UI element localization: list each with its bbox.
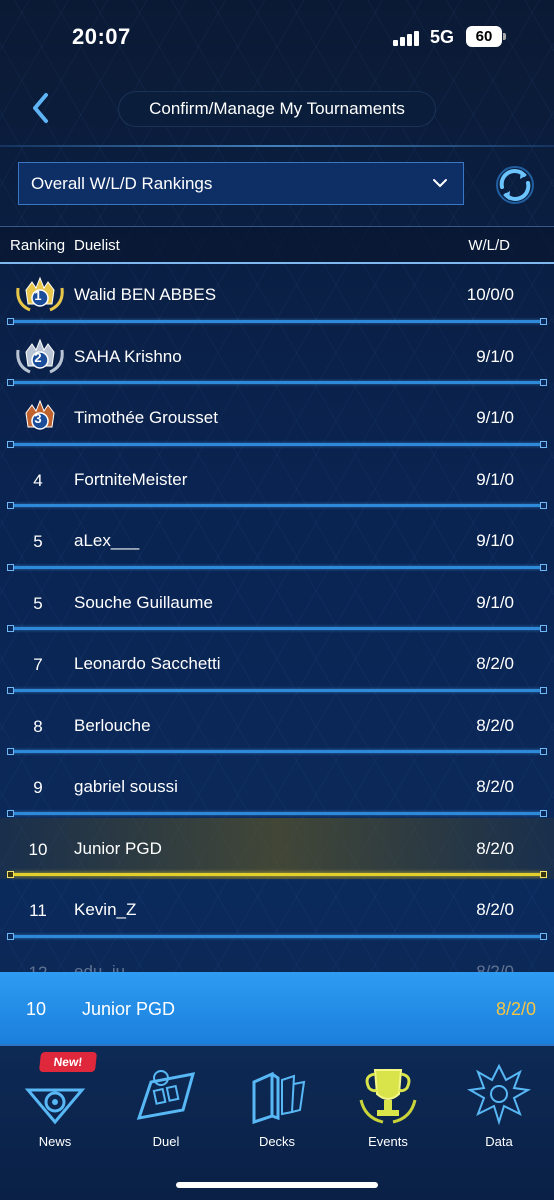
column-duelist: Duelist	[74, 237, 120, 254]
row-rank: 2	[34, 349, 42, 365]
row-duelist-name: SAHA Krishno	[74, 346, 182, 366]
row-rank: 4	[33, 470, 43, 490]
row-duelist-name: gabriel soussi	[74, 777, 178, 796]
row-rank: 8	[33, 716, 43, 736]
row-rank: 10	[28, 839, 48, 859]
ranking-row[interactable]: 12 edu_iu 8/2/0	[0, 941, 554, 973]
row-duelist-name: Walid BEN ABBES	[74, 285, 217, 304]
my-ranking-bar: 10 Junior PGD 8/2/0	[0, 972, 554, 1044]
nav-decks-label: Decks	[258, 1134, 296, 1149]
status-bar: 20:07 5G 60	[0, 0, 554, 70]
row-rank: 7	[33, 655, 43, 674]
row-wld: 9/1/0	[476, 531, 514, 550]
ranking-row[interactable]: 7 Leonardo Sacchetti 8/2/0	[0, 633, 554, 695]
ranking-row[interactable]: 4 FortniteMeister 9/1/0	[0, 449, 554, 511]
decks-icon	[252, 1071, 306, 1125]
network-type: 5G	[430, 27, 455, 47]
ranking-row[interactable]: 5 aLex___ 9/1/0	[0, 510, 554, 572]
nav-data[interactable]: Data	[444, 1054, 554, 1154]
row-divider	[7, 379, 547, 386]
row-divider	[7, 809, 547, 817]
ranking-row[interactable]: 5 Souche Guillaume 9/1/0	[0, 572, 554, 634]
row-wld: 8/2/0	[476, 777, 514, 796]
ranking-row[interactable]: 10 Junior PGD 8/2/0	[0, 817, 554, 879]
ranking-row[interactable]: 8 Berlouche 8/2/0	[0, 695, 554, 757]
nav-events-label: Events	[368, 1134, 408, 1149]
my-rank: 10	[26, 999, 47, 1019]
ranking-row[interactable]: 3 Timothée Grousset 9/1/0	[0, 387, 554, 449]
row-duelist-name: Souche Guillaume	[74, 592, 213, 612]
column-ranking: Ranking	[10, 237, 66, 254]
nav-data-label: Data	[485, 1134, 513, 1149]
row-duelist-name: FortniteMeister	[74, 469, 188, 489]
nav-duel[interactable]: Duel	[111, 1054, 221, 1154]
row-rank: 11	[29, 901, 47, 920]
row-rank: 3	[34, 411, 42, 426]
row-wld: 9/1/0	[476, 592, 514, 612]
home-indicator[interactable]	[176, 1182, 378, 1188]
ranking-row[interactable]: 2 SAHA Krishno 9/1/0	[0, 326, 554, 388]
ranking-type-value: Overall W/L/D Rankings	[31, 174, 213, 193]
page-title: Confirm/Manage My Tournaments	[118, 91, 436, 127]
chevron-down-icon	[433, 179, 447, 188]
row-divider	[7, 317, 547, 325]
row-duelist-name: Junior PGD	[74, 838, 162, 858]
row-wld: 8/2/0	[476, 654, 514, 673]
status-time: 20:07	[72, 24, 131, 49]
row-rank: 9	[33, 778, 43, 797]
row-divider	[7, 502, 547, 509]
header-divider	[0, 145, 554, 147]
row-wld: 8/2/0	[476, 838, 514, 858]
ranking-row[interactable]: 1 Walid BEN ABBES 10/0/0	[0, 264, 554, 326]
row-rank: 12	[28, 962, 48, 973]
refresh-icon	[496, 166, 534, 204]
new-badge: New!	[38, 1052, 98, 1072]
nav-news-label: News	[38, 1134, 72, 1149]
ranking-type-select[interactable]: Overall W/L/D Rankings	[18, 162, 464, 205]
row-rank: 5	[33, 593, 43, 613]
ranking-row[interactable]: 11 Kevin_Z 8/2/0	[0, 879, 554, 941]
row-divider	[7, 932, 547, 940]
column-wld: W/L/D	[468, 237, 510, 254]
row-wld: 9/1/0	[476, 408, 514, 427]
row-duelist-name: Berlouche	[74, 715, 151, 735]
row-rank: 1	[34, 288, 42, 303]
row-divider	[7, 563, 547, 571]
chevron-left-icon	[33, 93, 48, 123]
row-wld: 8/2/0	[476, 715, 514, 735]
row-duelist-name: Timothée Grousset	[74, 408, 218, 427]
rankings-table-header: Ranking Duelist W/L/D	[0, 226, 554, 264]
row-wld: 9/1/0	[476, 346, 514, 366]
row-wld: 8/2/0	[476, 900, 514, 919]
row-divider	[7, 686, 547, 694]
row-duelist-name: edu_iu	[74, 961, 126, 973]
back-button[interactable]	[26, 88, 56, 128]
events-trophy-icon	[359, 1069, 417, 1124]
row-divider	[7, 625, 547, 632]
row-divider	[7, 871, 547, 878]
my-name: Junior PGD	[82, 999, 176, 1019]
nav-decks[interactable]: Decks	[222, 1054, 332, 1154]
row-rank: 5	[33, 532, 43, 551]
row-duelist-name: aLex___	[74, 531, 140, 550]
refresh-button[interactable]	[492, 163, 538, 207]
my-wld: 8/2/0	[495, 999, 536, 1019]
rankings-list[interactable]: 1 Walid BEN ABBES 10/0/0 2 SAHA Krishno 9/1/0…	[0, 264, 554, 972]
row-duelist-name: Kevin_Z	[74, 900, 137, 919]
row-wld: 9/1/0	[476, 469, 514, 489]
row-divider	[7, 440, 547, 448]
nav-events[interactable]: Events	[333, 1054, 443, 1154]
duel-icon	[136, 1070, 196, 1120]
data-icon	[466, 1063, 532, 1126]
signal-icon	[393, 30, 421, 46]
battery-icon: 60	[466, 26, 506, 47]
row-wld: 8/2/0	[476, 961, 514, 973]
row-divider	[7, 748, 547, 755]
row-duelist-name: Leonardo Sacchetti	[74, 654, 221, 673]
row-wld: 10/0/0	[466, 285, 514, 304]
nav-duel-label: Duel	[152, 1134, 180, 1149]
ranking-row[interactable]: 9 gabriel soussi 8/2/0	[0, 756, 554, 818]
